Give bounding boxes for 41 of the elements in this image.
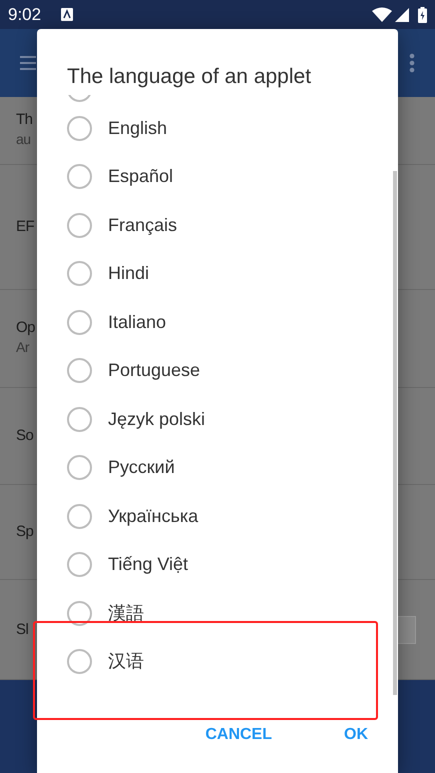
option-label[interactable]: Italiano xyxy=(108,308,166,336)
radio-button[interactable] xyxy=(67,164,92,190)
input-field[interactable] xyxy=(396,616,416,644)
option-label[interactable]: Français xyxy=(108,212,178,239)
battery-icon xyxy=(418,6,427,22)
radio-button[interactable] xyxy=(67,455,92,480)
radio-button[interactable] xyxy=(67,552,92,578)
menu-icon[interactable] xyxy=(20,56,36,70)
option-label[interactable]: 漢語 xyxy=(108,600,144,627)
option-label[interactable]: Español xyxy=(108,163,174,190)
option-label[interactable]: Русский xyxy=(108,454,175,482)
status-time: 9:02 xyxy=(8,4,42,26)
setting-title: EF xyxy=(16,218,34,236)
radio-button[interactable] xyxy=(67,261,92,286)
notification-icon xyxy=(61,8,74,21)
setting-title: Sl xyxy=(16,620,28,638)
option-label[interactable]: Hindi xyxy=(108,260,150,288)
radio-button[interactable] xyxy=(67,310,92,335)
option-label[interactable]: English xyxy=(108,114,168,142)
option-label[interactable]: 汉语 xyxy=(108,648,144,676)
radio-button[interactable] xyxy=(67,504,92,529)
option-label[interactable]: Українська xyxy=(108,502,198,530)
radio-button[interactable] xyxy=(67,116,92,141)
setting-title: Sp xyxy=(16,523,34,541)
setting-subtitle: Ar xyxy=(16,338,30,357)
radio-button[interactable] xyxy=(67,406,92,432)
option-label[interactable]: Portuguese xyxy=(108,357,200,384)
setting-title: Th xyxy=(16,111,33,129)
signal-icon xyxy=(395,8,409,22)
radio-button[interactable] xyxy=(67,649,92,674)
setting-title: Op xyxy=(16,319,36,337)
radio-button[interactable] xyxy=(67,358,92,384)
radio-button[interactable] xyxy=(67,212,92,238)
option-label[interactable]: Tiếng Việt xyxy=(108,551,188,578)
setting-title: So xyxy=(16,427,34,445)
option-label[interactable]: Język polski xyxy=(108,406,206,433)
more-options-icon[interactable] xyxy=(409,53,415,73)
setting-subtitle: au xyxy=(16,130,32,149)
dialog-title: The language of an applet xyxy=(66,64,312,90)
wifi-icon xyxy=(372,7,392,22)
radio-button[interactable] xyxy=(67,600,92,626)
